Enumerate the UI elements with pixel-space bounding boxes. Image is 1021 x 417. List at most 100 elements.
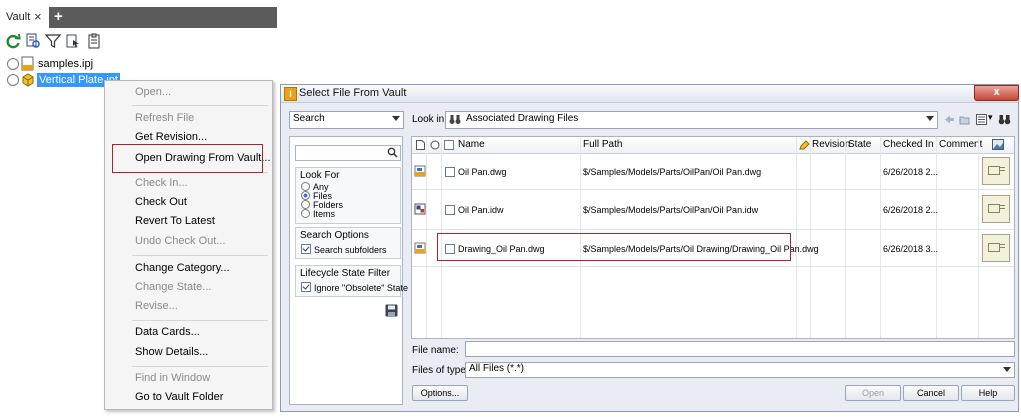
menu-item-change-category[interactable]: Change Category... [135,262,230,275]
search-subfolders-checkbox[interactable]: Search subfolders [301,244,387,255]
find-in-vault-icon[interactable] [65,33,81,49]
radio-selected-icon [301,191,310,200]
ignore-obsolete-checkbox[interactable]: Ignore "Obsolete" State [301,282,408,293]
search-options-group: Search Options Search subfolders [295,227,401,259]
select-all-checkbox[interactable] [444,140,454,150]
tree-item-label: samples.ipj [38,58,94,70]
cancel-button[interactable]: Cancel [903,385,959,401]
options-button[interactable]: Options... [412,385,468,401]
row-checkbox[interactable] [445,205,455,215]
radio-icon [301,182,310,191]
chevron-down-icon [1003,367,1011,372]
look-for-title: Look For [300,170,340,181]
search-mode-select[interactable]: Search [289,111,404,129]
chevron-down-icon [926,116,934,121]
vault-tab-bar: Vault × + [0,7,277,28]
menu-item-go-to-vault-folder[interactable]: Go to Vault Folder [135,391,223,404]
search-options-title: Search Options [300,230,369,241]
status-column-icon[interactable] [430,140,440,150]
menu-item-check-out[interactable]: Check Out [135,196,187,209]
add-tab-button[interactable]: + [54,9,63,25]
menu-separator [132,320,268,321]
binoculars-icon [449,115,461,124]
refresh-icon[interactable] [5,33,21,49]
cell-checked-in: 6/26/2018 3... [883,244,939,254]
cell-name: Oil Pan.idw [458,205,504,215]
close-button[interactable]: x [974,85,1019,101]
column-header-name[interactable]: Name [458,139,485,150]
look-for-group: Look For Any Files Folders Items [295,167,401,224]
thumbnail-image [982,234,1010,262]
file-type-label: Files of type: [412,365,469,376]
row-checkbox[interactable] [445,167,455,177]
open-button[interactable]: Open [845,385,901,401]
checkbox-checked-icon [301,244,311,254]
menu-item-get-revision[interactable]: Get Revision... [135,131,207,144]
radio-icon [301,200,310,209]
menu-item-highlight [112,144,263,173]
thumbnail-column-icon[interactable] [992,139,1004,150]
row-highlight [437,233,791,261]
cell-name: Oil Pan.dwg [458,167,507,177]
app-icon: I [284,87,297,101]
search-icon[interactable] [387,147,398,158]
cell-checked-in: 6/26/2018 2... [883,205,939,215]
clipboard-icon[interactable] [86,33,102,49]
save-search-icon[interactable] [385,304,398,317]
menu-item-open[interactable]: Open... [135,86,171,99]
close-icon[interactable]: × [34,9,42,25]
column-header-comment[interactable]: Comment [939,139,982,150]
lifecycle-filter-title: Lifecycle State Filter [300,268,391,279]
checkbox-checked-icon [301,282,311,292]
thumbnail-image [982,195,1010,223]
thumbnail-image [982,157,1010,185]
search-panel: Look For Any Files Folders Items Search … [289,136,408,405]
look-in-select[interactable]: Associated Drawing Files [445,111,938,129]
menu-separator [132,255,268,256]
menu-separator [132,105,268,106]
project-file-icon [21,56,34,71]
column-header-state[interactable]: State [848,139,871,150]
menu-item-check-in[interactable]: Check In... [135,177,188,190]
cell-full-path: $/Samples/Models/Parts/OilPan/Oil Pan.id… [583,205,759,215]
menu-item-undo-check-out[interactable]: Undo Check Out... [135,235,226,248]
tree-item[interactable]: samples.ipj [5,56,125,72]
table-row[interactable]: Oil Pan.idw $/Samples/Models/Parts/OilPa… [412,190,1014,230]
option-label: Items [313,209,336,219]
view-options-icon[interactable] [976,114,987,125]
grid-header: Name Full Path Revision State Checked In… [412,137,1014,154]
cell-full-path: $/Samples/Models/Parts/OilPan/Oil Pan.dw… [583,167,762,177]
file-type-value: All Files (*.*) [469,363,525,374]
column-header-full-path[interactable]: Full Path [583,139,622,150]
lifecycle-filter-group: Lifecycle State Filter Ignore "Obsolete"… [295,265,408,297]
column-header-checked-in[interactable]: Checked In [883,139,934,150]
dwg-file-icon [414,242,426,254]
search-files-icon[interactable] [25,33,41,49]
file-type-icon[interactable] [416,140,425,150]
vault-tab-label: Vault [6,11,31,23]
menu-item-show-details[interactable]: Show Details... [135,346,208,359]
search-input[interactable] [295,145,401,161]
menu-item-data-cards[interactable]: Data Cards... [135,326,200,339]
binoculars-icon[interactable] [998,114,1011,125]
cell-checked-in: 6/26/2018 2... [883,167,939,177]
look-for-items[interactable]: Items [301,209,335,219]
file-name-input[interactable] [465,341,1015,357]
filter-icon[interactable] [45,33,61,49]
idw-file-icon [414,203,426,215]
menu-item-find-in-window[interactable]: Find in Window [135,372,210,385]
help-button[interactable]: Help [961,385,1015,401]
context-menu: Open... Refresh File Get Revision... Ope… [104,80,273,410]
menu-item-revise[interactable]: Revise... [135,300,178,313]
table-row[interactable]: Oil Pan.dwg $/Samples/Models/Parts/OilPa… [412,154,1014,190]
view-options-chevron-icon[interactable]: ▾ [988,112,993,123]
dialog-title-bar[interactable]: I Select File From Vault x [281,85,1019,103]
back-icon[interactable] [944,114,955,125]
up-folder-icon[interactable] [959,114,970,125]
vault-tab[interactable]: Vault × [0,7,49,28]
menu-item-revert-to-latest[interactable]: Revert To Latest [135,215,215,228]
file-type-select[interactable]: All Files (*.*) [465,362,1015,378]
part-file-icon [22,73,34,87]
menu-item-refresh-file[interactable]: Refresh File [135,112,194,125]
menu-item-change-state[interactable]: Change State... [135,281,211,294]
